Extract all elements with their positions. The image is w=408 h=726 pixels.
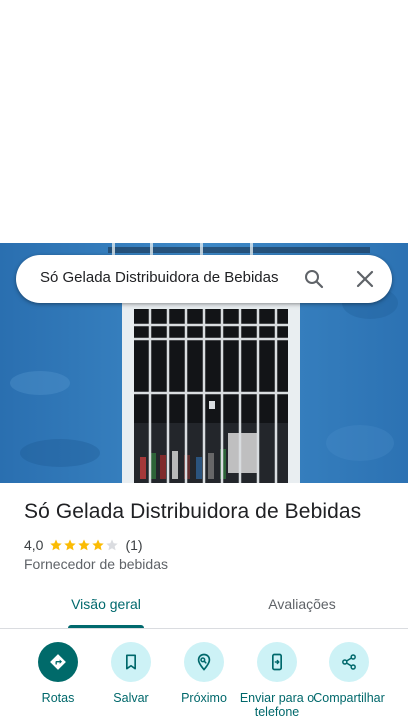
directions-icon [50,654,66,670]
save-label: Salvar [113,691,149,705]
directions-button-circle[interactable] [38,642,78,682]
rating-stars [49,538,119,552]
rating-row[interactable]: 4,0 (1) [24,536,143,554]
place-page: Só Gelada Distribuidora de Bebidas Só Ge… [0,0,408,726]
tab-bar: Visão geral Avaliações [0,584,408,629]
star-filled-icon [92,539,105,551]
nearby-button-circle[interactable] [184,642,224,682]
close-icon[interactable] [353,267,377,291]
review-count[interactable]: (1) [125,537,142,553]
save-button[interactable]: Salvar [93,642,169,705]
share-button[interactable]: Compartilhar [311,642,387,705]
star-filled-icon [50,539,63,551]
place-title: Só Gelada Distribuidora de Bebidas [24,500,362,523]
tab-reviews[interactable]: Avaliações [242,584,362,628]
rating-value: 4,0 [24,537,44,553]
tab-selected-indicator [68,625,144,628]
directions-label: Rotas [41,691,75,705]
nearby-label: Próximo [181,691,227,705]
search-query[interactable]: Só Gelada Distribuidora de Bebidas [40,255,278,303]
star-filled-icon [78,539,91,551]
star-filled-icon [64,539,77,551]
nearby-button[interactable]: Próximo [166,642,242,705]
place-category[interactable]: Fornecedor de bebidas [24,556,168,572]
bookmark-icon [126,654,136,670]
share-label: Compartilhar [313,691,385,705]
nearby-icon [197,653,211,671]
action-bar: Rotas Salvar Próximo Enviar para o telef… [0,640,408,726]
search-bar[interactable]: Só Gelada Distribuidora de Bebidas [16,255,392,303]
send-to-phone-label: Enviar para o telefone [239,691,315,719]
tab-overview[interactable]: Visão geral [46,584,166,628]
save-button-circle[interactable] [111,642,151,682]
star-empty-icon [106,539,119,551]
send-to-phone-button[interactable]: Enviar para o telefone [239,642,315,719]
share-icon [342,654,356,670]
send-to-phone-icon [272,653,282,671]
send-to-phone-button-circle[interactable] [257,642,297,682]
directions-button[interactable]: Rotas [20,642,96,705]
search-icon[interactable] [302,267,326,291]
share-button-circle[interactable] [329,642,369,682]
